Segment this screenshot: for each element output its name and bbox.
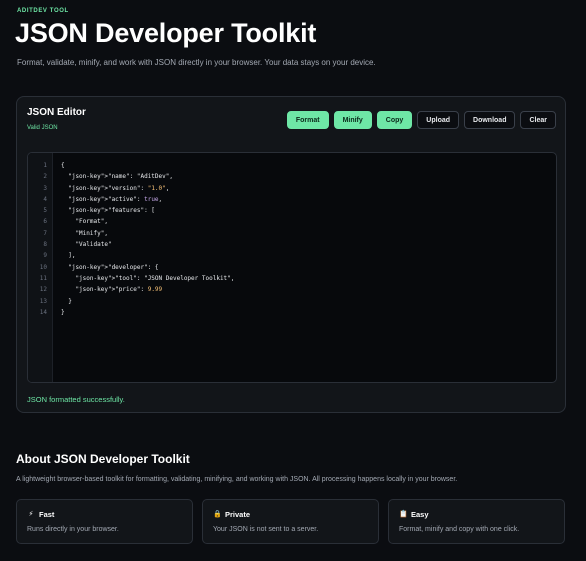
feature-heading: ⚡ Fast [27, 510, 182, 519]
line-number: 8 [43, 241, 47, 249]
code-line: } [61, 308, 65, 316]
feature-heading: 🔒 Private [213, 510, 368, 519]
about-title: About JSON Developer Toolkit [16, 452, 190, 466]
feature-list: ⚡ Fast Runs directly in your browser. 🔒 Priv… [16, 499, 565, 544]
upload-button[interactable]: Upload [417, 111, 460, 129]
code-line: "Validate" [61, 241, 112, 249]
editor-toolbar: Format Minify Copy Upload Download Clear [286, 111, 556, 129]
page-title: JSON Developer Toolkit [15, 18, 317, 48]
page-subtitle: Format, validate, minify, and work with … [17, 58, 376, 67]
line-number: 3 [43, 184, 47, 192]
line-number: 6 [43, 218, 47, 226]
code-line: "json-key">"price": 9.99 [61, 286, 163, 294]
line-number: 5 [43, 207, 47, 215]
line-number: 4 [43, 195, 47, 203]
download-button[interactable]: Download [464, 111, 516, 129]
code-line: } [61, 297, 72, 305]
code-line: "json-key">"developer": { [61, 263, 159, 271]
editor-title: JSON Editor [27, 107, 86, 118]
code-line: "json-key">"features": [ [61, 207, 155, 215]
code-line: "json-key">"tool": "JSON Developer Toolk… [61, 274, 235, 282]
line-number: 10 [39, 263, 47, 271]
json-editor-card: JSON Editor Valid JSON Format Minify Cop… [16, 96, 566, 413]
line-number: 2 [43, 173, 47, 181]
feature-card-fast: ⚡ Fast Runs directly in your browser. [16, 499, 193, 544]
code-line: ], [61, 252, 76, 260]
line-number-gutter: 1 2 3 4 5 6 7 8 9 10 11 12 13 14 [28, 153, 53, 382]
feature-title: Fast [39, 510, 55, 519]
eyebrow-label: ADITDEV TOOL [17, 8, 69, 14]
page: ADITDEV TOOL JSON Developer Toolkit Form… [0, 0, 586, 561]
code-line: "json-key">"name": "AditDev", [61, 173, 173, 181]
minify-button[interactable]: Minify [333, 111, 372, 129]
code-line: "Minify", [61, 229, 108, 237]
feature-title: Easy [411, 510, 429, 519]
clipboard-icon: 📋 [399, 511, 408, 518]
feature-card-easy: 📋 Easy Format, minify and copy with one cl… [388, 499, 565, 544]
feature-description: Format, minify and copy with one click. [399, 526, 520, 533]
format-button[interactable]: Format [286, 111, 329, 129]
line-number: 9 [43, 252, 47, 260]
feature-heading: 📋 Easy [399, 510, 554, 519]
code-line: { [61, 162, 65, 169]
line-number: 12 [39, 286, 47, 294]
line-number: 13 [39, 297, 47, 305]
clear-button[interactable]: Clear [520, 111, 556, 129]
feature-title: Private [225, 510, 251, 519]
about-description: A lightweight browser-based toolkit for … [16, 476, 458, 483]
validity-status: Valid JSON [27, 125, 58, 131]
lock-icon: 🔒 [213, 511, 222, 518]
line-number: 7 [43, 229, 47, 237]
feature-card-private: 🔒 Private Your JSON is not sent to a serve… [202, 499, 379, 544]
code-line: "json-key">"active": true, [61, 195, 163, 203]
status-message: JSON formatted successfully. [27, 395, 125, 404]
line-number: 14 [39, 308, 47, 316]
code-content[interactable]: { "json-key">"name": "AditDev", "json-ke… [61, 160, 234, 318]
copy-button[interactable]: Copy [376, 111, 413, 129]
code-line: "json-key">"version": "1.0", [61, 184, 170, 192]
line-number: 1 [43, 162, 47, 169]
feature-description: Your JSON is not sent to a server. [213, 526, 319, 533]
json-code-input[interactable]: 1 2 3 4 5 6 7 8 9 10 11 12 13 14 { "json-key">"name":… [27, 152, 557, 383]
feature-description: Runs directly in your browser. [27, 526, 119, 533]
line-number: 11 [39, 274, 47, 282]
lightning-icon: ⚡ [28, 511, 34, 518]
code-line: "Format", [61, 218, 108, 226]
